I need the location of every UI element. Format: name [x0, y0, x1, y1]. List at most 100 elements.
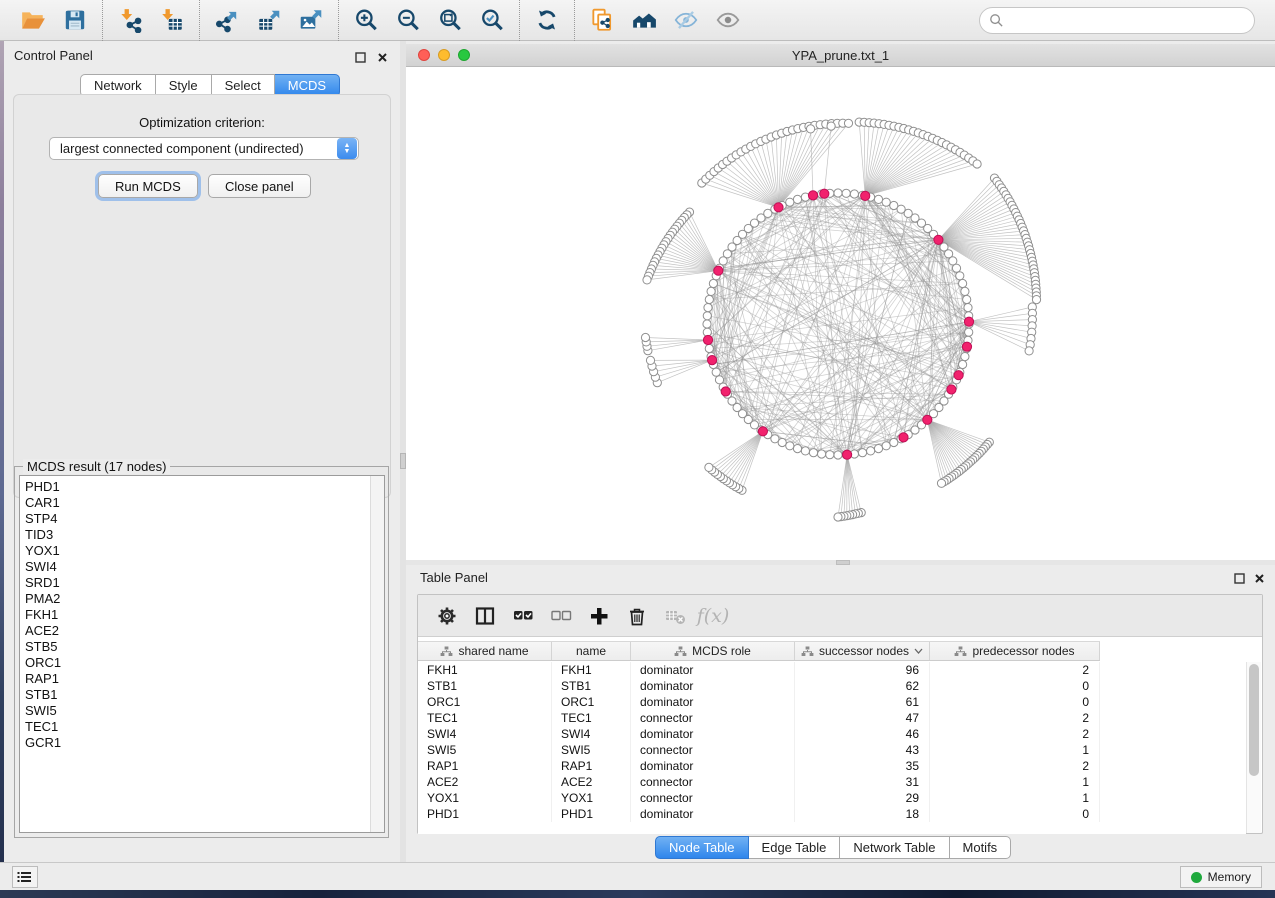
- column-header-successor-nodes[interactable]: successor nodes: [795, 642, 930, 660]
- table-cell[interactable]: STB1: [418, 678, 552, 694]
- table-cell[interactable]: SWI5: [552, 742, 631, 758]
- network-window-titlebar[interactable]: YPA_prune.txt_1: [406, 44, 1275, 67]
- table-cell[interactable]: YOX1: [418, 790, 552, 806]
- share-document-button[interactable]: [581, 3, 623, 37]
- add-column-button[interactable]: [582, 600, 616, 632]
- table-cell[interactable]: ACE2: [552, 774, 631, 790]
- optimization-criterion-select[interactable]: largest connected component (undirected)…: [49, 137, 359, 160]
- mcds-result-item[interactable]: PHD1: [25, 479, 384, 495]
- table-cell[interactable]: STB1: [552, 678, 631, 694]
- zoom-selected-button[interactable]: [471, 3, 513, 37]
- deselect-all-button[interactable]: [544, 600, 578, 632]
- table-cell[interactable]: FKH1: [552, 662, 631, 678]
- table-cell[interactable]: ACE2: [418, 774, 552, 790]
- table-cell[interactable]: PHD1: [552, 806, 631, 822]
- column-header-name[interactable]: name: [552, 642, 631, 660]
- table-cell[interactable]: TEC1: [418, 710, 552, 726]
- hide-eye-button[interactable]: [665, 3, 707, 37]
- table-row[interactable]: TEC1TEC1connector472: [418, 710, 1246, 726]
- table-row[interactable]: ACE2ACE2connector311: [418, 774, 1246, 790]
- table-cell[interactable]: dominator: [631, 726, 795, 742]
- table-cell[interactable]: connector: [631, 774, 795, 790]
- search-box[interactable]: [979, 7, 1255, 34]
- float-window-icon[interactable]: [355, 50, 366, 61]
- table-cell[interactable]: 18: [795, 806, 930, 822]
- houses-button[interactable]: [623, 3, 665, 37]
- table-row[interactable]: SWI5SWI5connector431: [418, 742, 1246, 758]
- table-cell[interactable]: 31: [795, 774, 930, 790]
- float-window-icon[interactable]: [1234, 571, 1245, 582]
- table-cell[interactable]: 0: [930, 678, 1100, 694]
- mcds-result-item[interactable]: CAR1: [25, 495, 384, 511]
- mcds-result-item[interactable]: ORC1: [25, 655, 384, 671]
- column-header-MCDS-role[interactable]: MCDS role: [631, 642, 795, 660]
- close-icon[interactable]: [1254, 571, 1265, 582]
- mcds-result-item[interactable]: SRD1: [25, 575, 384, 591]
- memory-button[interactable]: Memory: [1180, 866, 1262, 888]
- mcds-result-item[interactable]: GCR1: [25, 735, 384, 751]
- table-cell[interactable]: SWI4: [552, 726, 631, 742]
- table-cell[interactable]: 1: [930, 790, 1100, 806]
- table-cell[interactable]: dominator: [631, 678, 795, 694]
- table-cell[interactable]: 29: [795, 790, 930, 806]
- open-file-button[interactable]: [12, 3, 54, 37]
- table-cell[interactable]: connector: [631, 790, 795, 806]
- column-header-predecessor-nodes[interactable]: predecessor nodes: [930, 642, 1100, 660]
- table-header-row[interactable]: shared namename MCDS role successor node…: [418, 641, 1100, 661]
- mcds-result-item[interactable]: STB5: [25, 639, 384, 655]
- table-scrollbar[interactable]: [1246, 662, 1261, 833]
- table-row[interactable]: YOX1YOX1connector291: [418, 790, 1246, 806]
- table-cell[interactable]: 46: [795, 726, 930, 742]
- zoom-fit-button[interactable]: [429, 3, 471, 37]
- table-row[interactable]: RAP1RAP1dominator352: [418, 758, 1246, 774]
- table-cell[interactable]: PHD1: [418, 806, 552, 822]
- zoom-out-button[interactable]: [387, 3, 429, 37]
- table-cell[interactable]: 2: [930, 726, 1100, 742]
- zoom-in-button[interactable]: [345, 3, 387, 37]
- mcds-result-item[interactable]: PMA2: [25, 591, 384, 607]
- import-table-button[interactable]: [151, 3, 193, 37]
- save-session-button[interactable]: [54, 3, 96, 37]
- table-cell[interactable]: 61: [795, 694, 930, 710]
- tab-network-table[interactable]: Network Table: [840, 836, 949, 859]
- close-panel-button[interactable]: Close panel: [208, 174, 311, 198]
- table-cell[interactable]: RAP1: [418, 758, 552, 774]
- table-cell[interactable]: ORC1: [418, 694, 552, 710]
- table-cell[interactable]: 0: [930, 694, 1100, 710]
- tab-node-table[interactable]: Node Table: [655, 836, 749, 859]
- gear-button[interactable]: [430, 600, 464, 632]
- network-canvas[interactable]: [406, 67, 1275, 560]
- mcds-result-item[interactable]: RAP1: [25, 671, 384, 687]
- table-cell[interactable]: TEC1: [552, 710, 631, 726]
- table-cell[interactable]: dominator: [631, 662, 795, 678]
- mcds-result-item[interactable]: YOX1: [25, 543, 384, 559]
- scrollbar-thumb[interactable]: [1249, 664, 1259, 776]
- mcds-result-item[interactable]: TID3: [25, 527, 384, 543]
- table-cell[interactable]: FKH1: [418, 662, 552, 678]
- table-cell[interactable]: 47: [795, 710, 930, 726]
- close-icon[interactable]: [377, 50, 388, 61]
- import-network-button[interactable]: [109, 3, 151, 37]
- table-cell[interactable]: RAP1: [552, 758, 631, 774]
- table-cell[interactable]: dominator: [631, 806, 795, 822]
- table-cell[interactable]: SWI4: [418, 726, 552, 742]
- table-row[interactable]: ORC1ORC1dominator610: [418, 694, 1246, 710]
- table-cell[interactable]: ORC1: [552, 694, 631, 710]
- column-header-shared-name[interactable]: shared name: [418, 642, 552, 660]
- table-body[interactable]: FKH1FKH1dominator962STB1STB1dominator620…: [418, 662, 1246, 834]
- mcds-result-item[interactable]: SWI5: [25, 703, 384, 719]
- select-all-button[interactable]: [506, 600, 540, 632]
- mcds-result-item[interactable]: SWI4: [25, 559, 384, 575]
- table-cell[interactable]: 0: [930, 806, 1100, 822]
- export-table-button[interactable]: [248, 3, 290, 37]
- table-cell[interactable]: YOX1: [552, 790, 631, 806]
- delete-button[interactable]: [620, 600, 654, 632]
- show-eye-button[interactable]: [707, 3, 749, 37]
- table-cell[interactable]: dominator: [631, 694, 795, 710]
- table-cell[interactable]: connector: [631, 742, 795, 758]
- table-cell[interactable]: 2: [930, 758, 1100, 774]
- search-input[interactable]: [1004, 11, 1254, 31]
- table-cell[interactable]: 1: [930, 774, 1100, 790]
- mcds-result-item[interactable]: TEC1: [25, 719, 384, 735]
- table-cell[interactable]: dominator: [631, 758, 795, 774]
